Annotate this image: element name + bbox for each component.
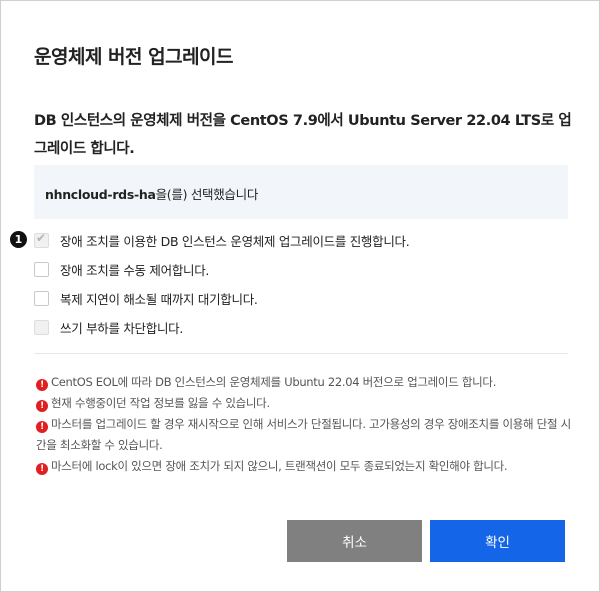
wait-replication-checkbox[interactable] xyxy=(34,290,49,306)
selected-instance-box: nhncloud-rds-ha을(를) 선택했습니다 xyxy=(34,165,568,219)
divider xyxy=(34,353,568,354)
selected-instance-name: nhncloud-rds-ha xyxy=(45,187,156,202)
failover-upgrade-checkbox: ✔ xyxy=(34,230,49,248)
exclamation-circle-icon: ! xyxy=(36,421,48,433)
option-label[interactable]: 장애 조치를 수동 제어합니다. xyxy=(60,260,209,279)
option-wait-replication[interactable]: 복제 지연이 해소될 때까지 대기합니다. xyxy=(34,288,258,308)
notice-text: 현재 수행중이던 작업 정보를 잃을 수 있습니다. xyxy=(51,396,270,410)
option-label: 쓰기 부하를 차단합니다. xyxy=(60,320,184,336)
dialog-title: 운영체제 버전 업그레이드 xyxy=(34,46,234,68)
dialog-description: DB 인스턴스의 운영체제 버전을 CentOS 7.9에서 Ubuntu Se… xyxy=(34,113,572,157)
upgrade-os-dialog: 운영체제 버전 업그레이드 DB 인스턴스의 운영체제 버전을 CentOS 7… xyxy=(0,0,600,592)
block-writes-checkbox xyxy=(34,319,49,335)
exclamation-circle-icon: ! xyxy=(36,400,48,412)
exclamation-circle-icon: ! xyxy=(36,379,48,391)
option-manual-failover[interactable]: 장애 조치를 수동 제어합니다. xyxy=(34,259,209,279)
confirm-button[interactable]: 확인 xyxy=(430,520,565,562)
notice-text: CentOS EOL에 따라 DB 인스턴스의 운영체제를 Ubuntu 22.… xyxy=(51,375,497,389)
notice-item: ! 마스터를 업그레이드 할 경우 재시작으로 인해 서비스가 단절됩니다. 고가… xyxy=(36,414,571,456)
notice-text: 마스터를 업그레이드 할 경우 재시작으로 인해 서비스가 단절됩니다. 고가용… xyxy=(36,417,571,452)
notice-list: ! CentOS EOL에 따라 DB 인스턴스의 운영체제를 Ubuntu 22… xyxy=(36,372,571,477)
check-icon: ✔ xyxy=(36,230,47,245)
selected-instance-suffix: 을(를) 선택했습니다 xyxy=(155,187,259,202)
step-badge: 1 xyxy=(10,231,27,248)
option-label: 장애 조치를 이용한 DB 인스턴스 운영체제 업그레이드를 진행합니다. xyxy=(60,233,410,249)
notice-item: ! CentOS EOL에 따라 DB 인스턴스의 운영체제를 Ubuntu 22… xyxy=(36,372,571,393)
cancel-button[interactable]: 취소 xyxy=(287,520,422,562)
exclamation-circle-icon: ! xyxy=(36,463,48,475)
notice-item: ! 마스터에 lock이 있으면 장애 조치가 되지 않으니, 트랜잭션이 모두 … xyxy=(36,456,571,477)
option-block-writes: 쓰기 부하를 차단합니다. xyxy=(34,317,183,337)
notice-item: ! 현재 수행중이던 작업 정보를 잃을 수 있습니다. xyxy=(36,393,571,414)
notice-text: 마스터에 lock이 있으면 장애 조치가 되지 않으니, 트랜잭션이 모두 종… xyxy=(51,459,508,473)
manual-failover-checkbox[interactable] xyxy=(34,261,49,277)
selected-instance-text: nhncloud-rds-ha을(를) 선택했습니다 xyxy=(45,184,258,203)
option-label[interactable]: 복제 지연이 해소될 때까지 대기합니다. xyxy=(60,289,258,308)
option-failover-upgrade: ✔ 장애 조치를 이용한 DB 인스턴스 운영체제 업그레이드를 진행합니다. xyxy=(34,230,410,250)
